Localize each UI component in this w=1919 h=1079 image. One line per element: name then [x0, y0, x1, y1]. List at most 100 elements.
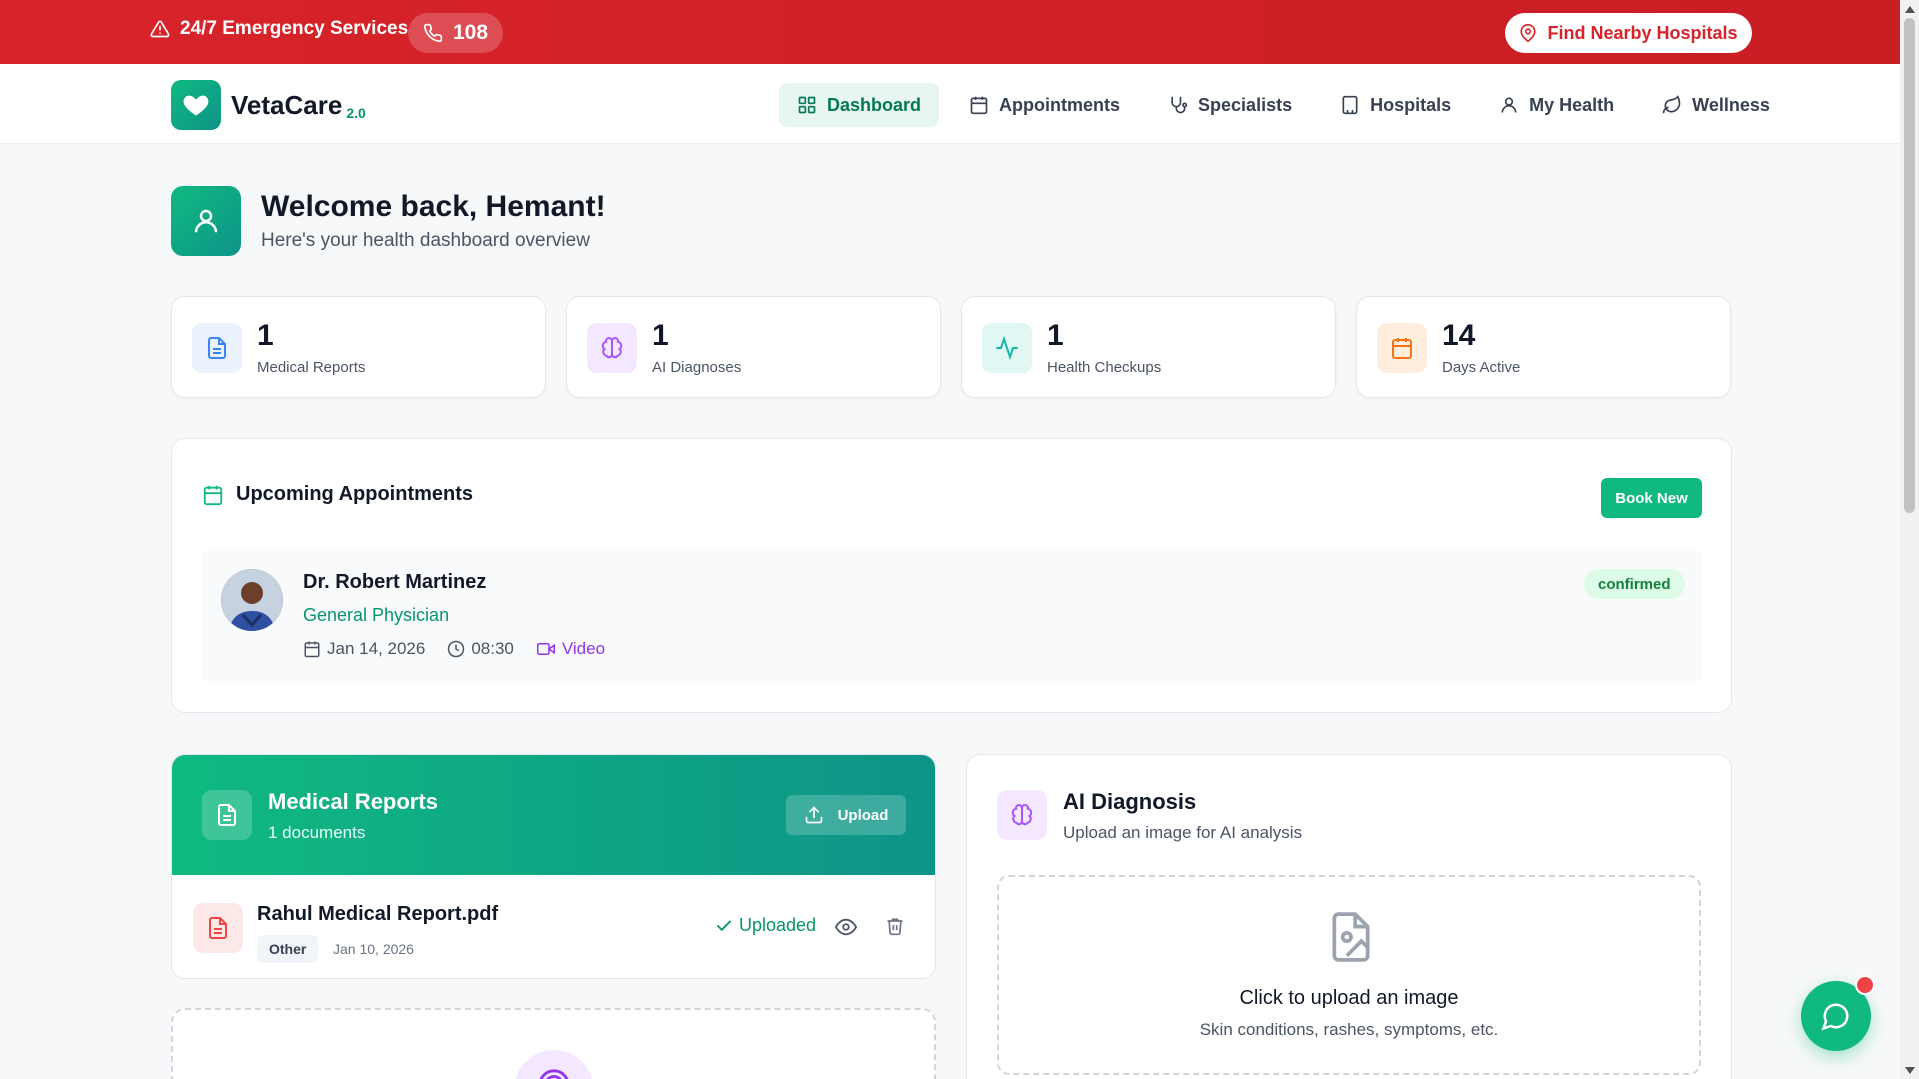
trash-icon[interactable] [885, 916, 905, 936]
stat-label: Medical Reports [257, 359, 366, 376]
heart-icon [171, 80, 221, 130]
user-icon [171, 186, 241, 256]
stat-value: 14 [1442, 319, 1476, 352]
eye-icon[interactable] [835, 916, 857, 938]
emergency-bar: 24/7 Emergency Services 108 Find Nearby … [0, 0, 1900, 64]
calendar-icon [1377, 323, 1427, 373]
stat-card-medical-reports: 1 Medical Reports [171, 296, 546, 398]
scroll-up-arrow-icon[interactable] [1900, 2, 1919, 16]
stethoscope-icon [1168, 95, 1188, 115]
empty-state-circle [514, 1050, 594, 1079]
brand-logo-link[interactable]: VetaCare 2.0 [171, 80, 366, 130]
warning-icon [150, 19, 170, 39]
list-item[interactable]: Rahul Medical Report.pdf Other Jan 10, 2… [172, 875, 935, 978]
grid-icon [797, 95, 817, 115]
main-nav: Dashboard Appointments Specialists Hospi… [779, 83, 1788, 127]
calendar-icon [969, 95, 989, 115]
appointment-item[interactable]: Dr. Robert Martinez General Physician Ja… [202, 549, 1703, 683]
avatar [221, 569, 283, 631]
image-upload-dropzone[interactable]: Click to upload an image Skin conditions… [997, 875, 1701, 1075]
stat-value: 1 [257, 319, 274, 352]
nav-label: Specialists [1198, 94, 1293, 115]
ai-diagnosis-card: AI Diagnosis Upload an image for AI anal… [966, 754, 1732, 1079]
nav-label: Wellness [1692, 94, 1770, 115]
welcome-title: Welcome back, Hemant! [261, 190, 606, 223]
emergency-label: 24/7 Emergency Services [150, 18, 408, 40]
document-icon [202, 790, 252, 840]
navbar: VetaCare 2.0 Dashboard Appointments Speci… [0, 64, 1900, 144]
stat-value: 1 [1047, 319, 1064, 352]
file-status-label: Uploaded [739, 915, 817, 935]
scrollbar-thumb[interactable] [1904, 18, 1915, 513]
nav-label: Appointments [999, 94, 1121, 115]
video-icon [536, 640, 556, 658]
upload-report-button[interactable]: Upload [786, 795, 906, 835]
nav-wellness[interactable]: Wellness [1644, 83, 1788, 127]
document-icon [192, 323, 242, 373]
stat-label: Days Active [1442, 359, 1521, 376]
file-category-tag: Other [257, 935, 319, 963]
stat-card-ai-diagnoses: 1 AI Diagnoses [566, 296, 941, 398]
nav-specialists[interactable]: Specialists [1150, 83, 1310, 127]
emergency-phone-number: 108 [452, 21, 489, 44]
book-new-button[interactable]: Book New [1601, 478, 1702, 518]
appointment-time: 08:30 [471, 639, 514, 658]
medical-reports-card: Medical Reports 1 documents Upload Rahul… [171, 754, 936, 979]
brand-name: VetaCare [231, 89, 343, 120]
file-name: Rahul Medical Report.pdf [257, 903, 499, 925]
dropzone-title: Click to upload an image [1239, 987, 1459, 1009]
stat-value: 1 [652, 319, 669, 352]
nav-my-health[interactable]: My Health [1481, 83, 1632, 127]
map-pin-icon [1519, 24, 1537, 42]
empty-state-card [171, 1008, 936, 1079]
doctor-specialty: General Physician [303, 605, 450, 625]
status-badge: confirmed [1584, 569, 1685, 599]
brain-icon [587, 323, 637, 373]
appointment-mode: Video [561, 639, 606, 658]
medical-reports-title: Medical Reports [268, 789, 438, 814]
page-scrollbar[interactable] [1900, 0, 1919, 1079]
nav-label: Hospitals [1370, 94, 1452, 115]
medical-reports-count: 1 documents [268, 823, 366, 842]
dropzone-subtitle: Skin conditions, rashes, symptoms, etc. [1199, 1020, 1499, 1039]
nav-label: My Health [1529, 94, 1615, 115]
leaf-icon [1662, 95, 1682, 115]
activity-icon [982, 323, 1032, 373]
doctor-name: Dr. Robert Martinez [303, 571, 487, 593]
user-icon [1499, 95, 1519, 115]
building-icon [1340, 95, 1360, 115]
appointment-meta: Jan 14, 2026 08:30 Video [303, 639, 605, 659]
nav-dashboard[interactable]: Dashboard [779, 83, 940, 127]
scroll-down-arrow-icon[interactable] [1900, 1063, 1919, 1077]
find-hospitals-button[interactable]: Find Nearby Hospitals [1505, 13, 1752, 53]
upcoming-appointments-card: Upcoming Appointments Book New Dr. Rober… [171, 438, 1732, 713]
upload-label: Upload [837, 806, 889, 824]
check-icon [715, 917, 733, 935]
image-file-icon [1326, 909, 1376, 965]
brand-version: 2.0 [346, 104, 366, 121]
emergency-text: 24/7 Emergency Services [180, 18, 409, 39]
notification-dot [1855, 975, 1875, 995]
brain-icon [997, 790, 1047, 840]
pdf-file-icon [193, 903, 243, 953]
stat-card-days-active: 14 Days Active [1356, 296, 1731, 398]
stat-card-health-checkups: 1 Health Checkups [961, 296, 1336, 398]
welcome-subtitle: Here's your health dashboard overview [261, 230, 590, 251]
appointments-title: Upcoming Appointments [236, 483, 474, 505]
stat-label: Health Checkups [1047, 359, 1162, 376]
nav-appointments[interactable]: Appointments [951, 83, 1138, 127]
nav-label: Dashboard [827, 94, 922, 115]
calendar-icon [303, 640, 321, 658]
calendar-icon [202, 484, 224, 506]
medical-reports-header: Medical Reports 1 documents Upload [172, 755, 935, 875]
emergency-call-button[interactable]: 108 [408, 13, 503, 53]
find-hospitals-label: Find Nearby Hospitals [1547, 22, 1738, 43]
appointment-date: Jan 14, 2026 [327, 639, 426, 658]
chat-bubble-icon [1821, 1001, 1851, 1031]
nav-hospitals[interactable]: Hospitals [1322, 83, 1469, 127]
appointments-heading: Upcoming Appointments [202, 483, 473, 506]
stat-label: AI Diagnoses [652, 359, 742, 376]
file-date: Jan 10, 2026 [333, 941, 414, 957]
file-status: Uploaded [715, 915, 816, 936]
ai-diagnosis-subtitle: Upload an image for AI analysis [1063, 823, 1303, 842]
